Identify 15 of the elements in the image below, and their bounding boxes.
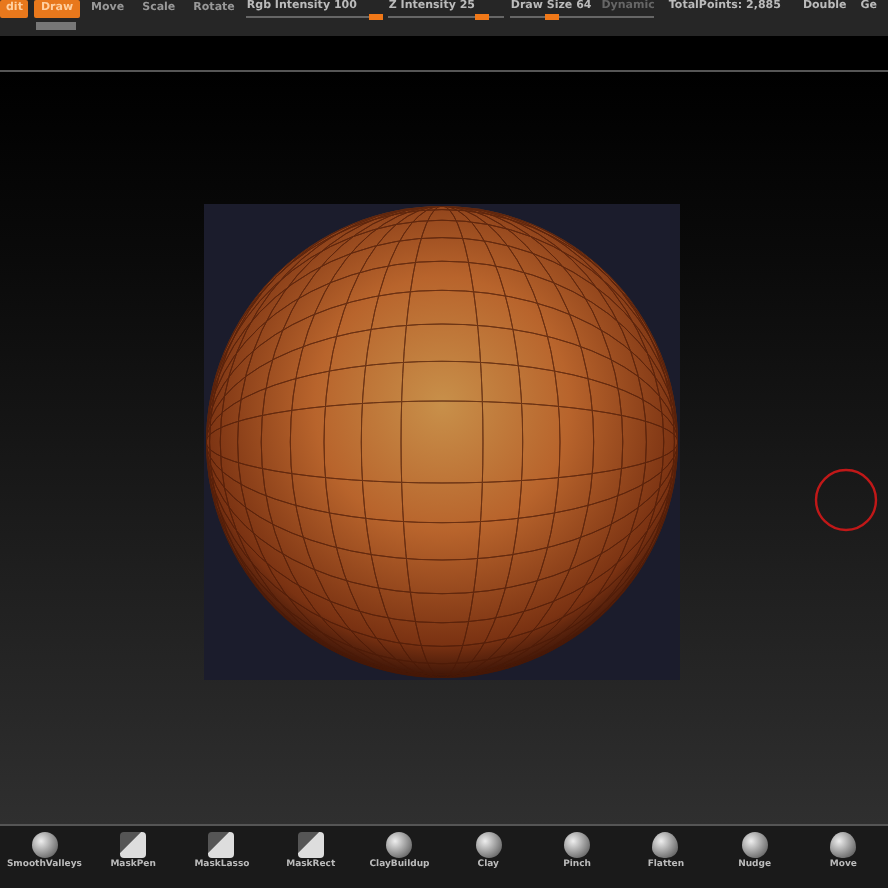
slider-thumb[interactable] (544, 14, 559, 20)
mini-bar (36, 22, 76, 30)
sphere-brush-icon (475, 832, 502, 858)
sphere-brush-icon (386, 832, 413, 858)
blob-brush-icon (652, 832, 679, 858)
brush-cursor-icon (814, 468, 878, 532)
mask-brush-icon (297, 832, 324, 858)
mask-brush-icon (208, 832, 235, 858)
sphere-brush-icon (564, 832, 591, 858)
slider-thumb[interactable] (368, 14, 383, 20)
sphere-brush-icon (741, 832, 768, 858)
blob-brush-icon (830, 832, 857, 858)
mask-brush-icon (120, 832, 147, 858)
slider-thumb[interactable] (474, 14, 489, 20)
sphere-brush-icon (31, 832, 58, 858)
